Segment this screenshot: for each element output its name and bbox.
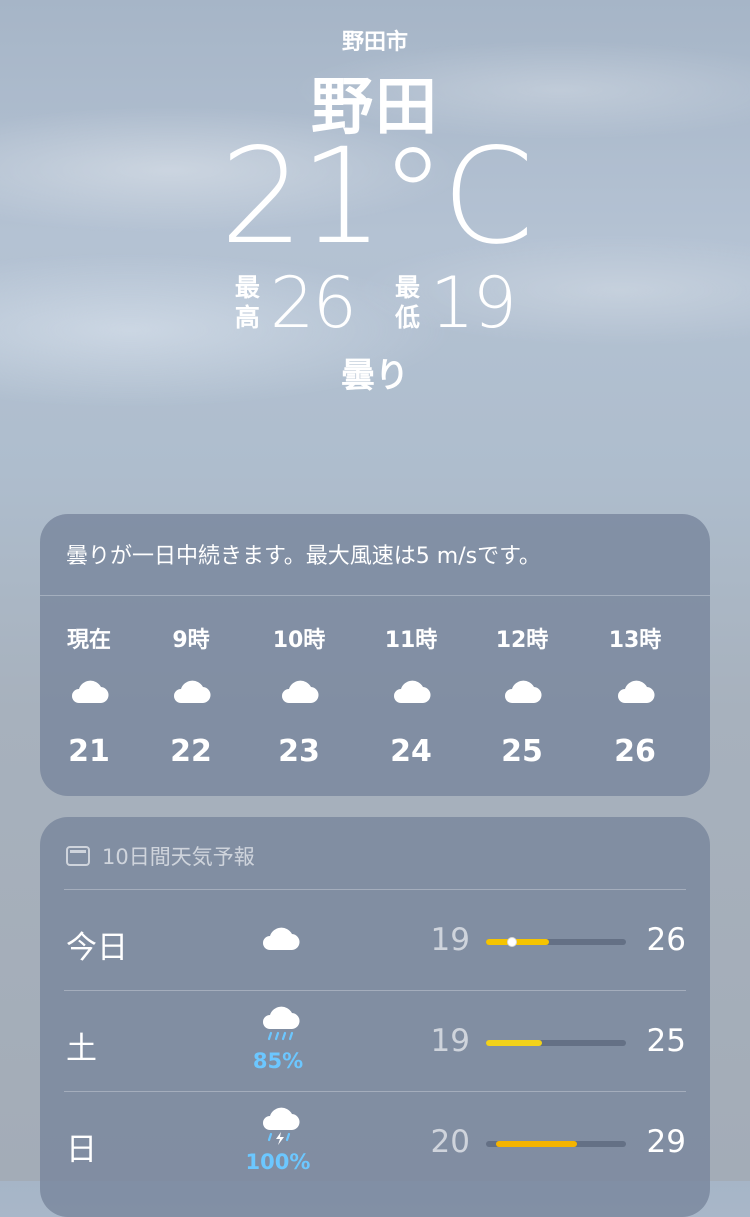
hour-label: 現在 <box>66 628 111 653</box>
cloud-thunderstorm-icon <box>263 1107 300 1145</box>
cloud-icon <box>263 927 300 951</box>
ten-day-title: 10日間天気予報 <box>102 845 255 869</box>
day-label: 今日 <box>66 930 128 966</box>
high-low: 最 高 26 最 低 19 <box>0 262 750 344</box>
precipitation-chance: 85% <box>252 1049 304 1073</box>
high-temperature: 29 <box>646 1124 686 1160</box>
high-temperature: 26 <box>269 262 357 344</box>
current-temperature-marker <box>507 937 517 947</box>
cloud-icon <box>282 680 319 704</box>
cloud-icon <box>618 680 655 704</box>
low-temperature: 19 <box>430 262 517 344</box>
temperature-range-fill <box>486 1040 542 1046</box>
temperature-range-bar <box>486 1040 626 1046</box>
weather-screen: { "location": { "area": "野田市", "city": "… <box>0 0 750 1217</box>
low-temperature: 19 <box>430 1023 470 1059</box>
hour-label: 11時 <box>384 628 438 653</box>
hour-label: 12時 <box>495 628 549 653</box>
location-area: 野田市 <box>341 30 408 55</box>
cloud-rain-icon <box>263 1006 300 1041</box>
temperature-range-fill <box>486 939 549 945</box>
hour-label: 10時 <box>272 628 326 653</box>
day-label: 土 <box>66 1031 97 1067</box>
daily-row-saturday[interactable]: 土 85% 19 25 <box>40 991 710 1091</box>
cloud-icon <box>72 680 109 704</box>
hour-temperature: 26 <box>614 734 656 769</box>
low-temperature: 19 <box>430 922 470 958</box>
daily-row-today[interactable]: 今日 19 26 <box>40 890 710 990</box>
hourly-forecast-card[interactable]: 曇りが一日中続きます。最大風速は5 m/sです。 現在 21 9時 22 10時… <box>40 514 710 796</box>
calendar-icon <box>66 846 90 866</box>
hour-label: 13時 <box>608 628 662 653</box>
divider <box>40 595 710 596</box>
cloud-icon <box>505 680 542 704</box>
low-temperature: 20 <box>430 1124 470 1160</box>
high-temperature: 26 <box>646 922 686 958</box>
high-temperature: 25 <box>646 1023 686 1059</box>
hour-temperature: 24 <box>390 734 432 769</box>
high-label: 最 高 <box>234 273 260 332</box>
hour-temperature: 21 <box>68 734 110 769</box>
low-label: 最 低 <box>395 273 421 332</box>
ten-day-header: 10日間天気予報 <box>66 841 255 871</box>
weather-condition: 曇り <box>341 356 409 396</box>
hour-temperature: 25 <box>501 734 543 769</box>
precipitation-chance: 100% <box>245 1150 311 1174</box>
hour-temperature: 22 <box>170 734 212 769</box>
temperature-range-fill <box>495 1141 577 1147</box>
forecast-summary: 曇りが一日中続きます。最大風速は5 m/sです。 <box>66 544 541 569</box>
cloud-icon <box>394 680 431 704</box>
hour-label: 9時 <box>172 628 210 653</box>
ten-day-forecast-card[interactable]: 10日間天気予報 今日 19 26 土 85% 19 25 日 100% 20 … <box>40 817 710 1217</box>
temperature-range-bar <box>486 1141 626 1147</box>
cloud-icon <box>174 680 211 704</box>
daily-row-sunday[interactable]: 日 100% 20 29 <box>40 1092 710 1192</box>
current-temperature: 21°C <box>219 120 534 274</box>
hour-temperature: 23 <box>278 734 320 769</box>
day-label: 日 <box>66 1132 97 1168</box>
temperature-range-bar <box>486 937 626 947</box>
